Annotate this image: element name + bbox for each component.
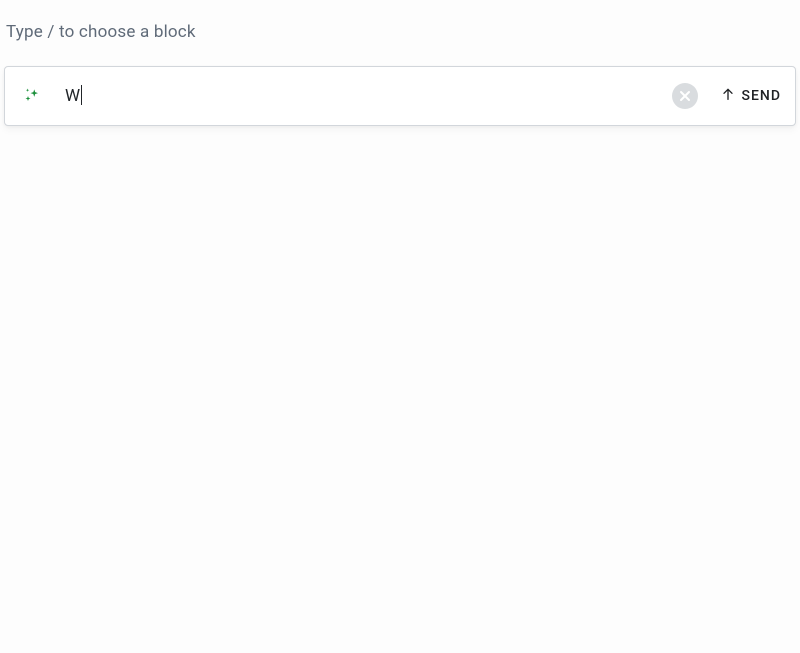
- ai-prompt-input-value: W: [65, 86, 80, 106]
- ai-prompt-input[interactable]: W: [65, 67, 672, 125]
- clear-input-button[interactable]: [672, 83, 698, 109]
- arrow-up-icon: [720, 86, 736, 106]
- text-caret: [81, 85, 82, 105]
- ai-prompt-input-container: W SEND: [4, 66, 796, 126]
- send-button[interactable]: SEND: [720, 86, 781, 106]
- close-icon: [679, 87, 691, 106]
- send-button-label: SEND: [742, 88, 781, 104]
- block-placeholder-hint[interactable]: Type / to choose a block: [0, 0, 800, 42]
- sparkle-icon: [23, 86, 43, 106]
